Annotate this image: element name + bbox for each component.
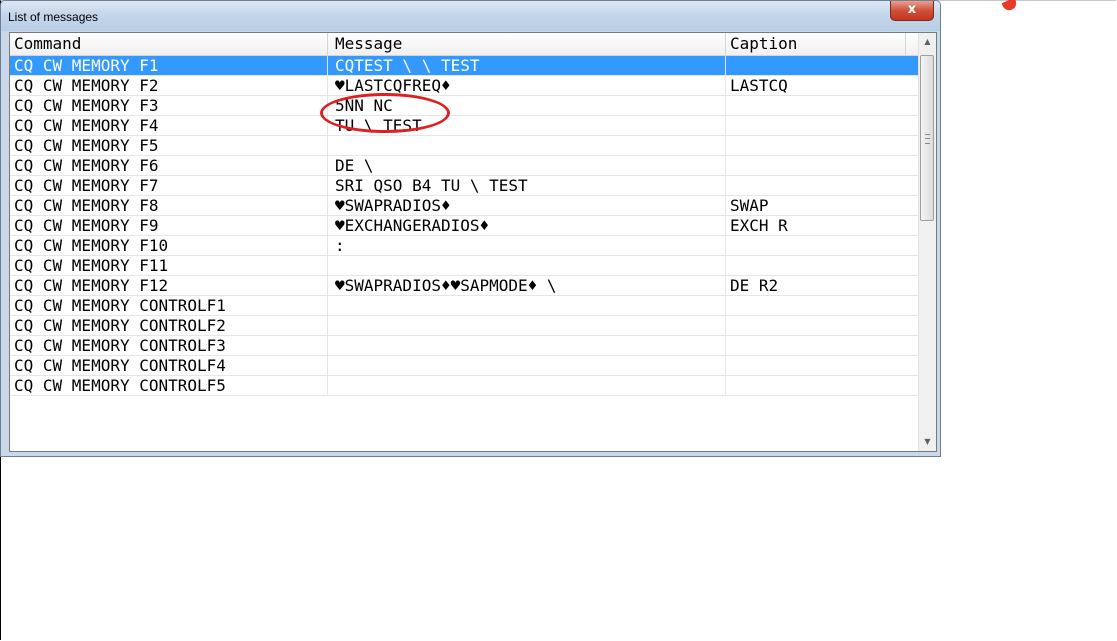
- command-cell: CQ CW MEMORY F5: [10, 136, 328, 155]
- command-cell: CQ CW MEMORY F7: [10, 176, 328, 195]
- messages-list[interactable]: Command Message Caption CQ CW MEMORY F1 C…: [9, 32, 937, 452]
- caption-cell: DE R2: [730, 276, 779, 295]
- command-cell: CQ CW MEMORY CONTROLF3: [10, 336, 328, 355]
- caption-cell: EXCH R: [730, 216, 788, 235]
- table-row[interactable]: CQ CW MEMORY F6 DE \: [10, 156, 918, 176]
- caption-cell: [726, 256, 906, 275]
- table-row[interactable]: CQ CW MEMORY CONTROLF5: [10, 376, 918, 396]
- message-cell: ♥SWAPRADIOS♦: [328, 196, 726, 215]
- scroll-thumb[interactable]: [920, 55, 934, 221]
- message-cell: [328, 316, 726, 335]
- grip-icon: [925, 134, 930, 144]
- column-header-caption[interactable]: Caption: [726, 33, 906, 55]
- message-cell: CQTEST \ \ TEST: [328, 56, 726, 75]
- message-cell: 5NN NC: [328, 96, 726, 115]
- table-row[interactable]: CQ CW MEMORY CONTROLF2: [10, 316, 918, 336]
- table-row[interactable]: CQ CW MEMORY F5: [10, 136, 918, 156]
- close-button[interactable]: x: [890, 1, 934, 21]
- window-title: List of messages: [8, 10, 99, 24]
- table-row[interactable]: CQ CW MEMORY F3 5NN NC: [10, 96, 918, 116]
- command-cell: CQ CW MEMORY CONTROLF1: [10, 296, 328, 315]
- message-cell: [328, 136, 726, 155]
- caption-cell: [726, 236, 906, 255]
- table-row[interactable]: CQ CW MEMORY F1 CQTEST \ \ TEST: [10, 56, 918, 76]
- caption-cell: [726, 336, 906, 355]
- caption-cell: [726, 56, 906, 75]
- message-cell: :: [328, 236, 726, 255]
- command-cell: CQ CW MEMORY CONTROLF2: [10, 316, 328, 335]
- caption-cell: [726, 296, 906, 315]
- column-header-command[interactable]: Command: [10, 33, 328, 55]
- command-cell: CQ CW MEMORY F6: [10, 156, 328, 175]
- message-cell: ♥LASTCQFREQ♦: [328, 76, 726, 95]
- scroll-down-icon[interactable]: ▼: [919, 433, 936, 450]
- table-row[interactable]: CQ CW MEMORY F11: [10, 256, 918, 276]
- caption-cell: LASTCQ: [730, 76, 788, 95]
- caption-cell: [726, 116, 906, 135]
- table-row[interactable]: CQ CW MEMORY F8 ♥SWAPRADIOS♦ SWAP: [10, 196, 918, 216]
- command-cell: CQ CW MEMORY CONTROLF4: [10, 356, 328, 375]
- command-cell: CQ CW MEMORY F8: [10, 196, 328, 215]
- title-bar[interactable]: List of messages x: [1, 1, 940, 31]
- caption-cell: [726, 356, 906, 375]
- message-cell: TU \ TEST: [328, 116, 726, 135]
- message-cell: [328, 296, 726, 315]
- message-cell: [328, 376, 726, 395]
- caption-cell: [726, 96, 906, 115]
- caption-cell: [726, 316, 906, 335]
- command-cell: CQ CW MEMORY F12: [10, 276, 328, 295]
- vertical-scrollbar[interactable]: ▲ ▼: [918, 33, 936, 451]
- message-cell: DE \: [328, 156, 726, 175]
- column-header-message[interactable]: Message: [328, 33, 726, 55]
- caption-cell: SWAP: [730, 196, 769, 215]
- command-cell: CQ CW MEMORY F11: [10, 256, 328, 275]
- list-of-messages-window: List of messages x Command Message Capti…: [0, 0, 941, 457]
- table-row[interactable]: CQ CW MEMORY F4 TU \ TEST: [10, 116, 918, 136]
- scroll-up-icon[interactable]: ▲: [919, 33, 936, 50]
- command-cell: CQ CW MEMORY F9: [10, 216, 328, 235]
- message-cell: ♥SWAPRADIOS♦♥SAPMODE♦ \: [328, 276, 726, 295]
- table-row[interactable]: CQ CW MEMORY F9 ♥EXCHANGERADIOS♦ EXCH R: [10, 216, 918, 236]
- caption-cell: [726, 136, 906, 155]
- table-row[interactable]: CQ CW MEMORY F12 ♥SWAPRADIOS♦♥SAPMODE♦ \ D…: [10, 276, 918, 296]
- table-row[interactable]: CQ CW MEMORY F7 SRI QSO B4 TU \ TEST: [10, 176, 918, 196]
- table-row[interactable]: CQ CW MEMORY F10:: [10, 236, 918, 256]
- table-row[interactable]: CQ CW MEMORY CONTROLF4: [10, 356, 918, 376]
- message-cell: [328, 256, 726, 275]
- command-cell: CQ CW MEMORY F3: [10, 96, 328, 115]
- caption-cell: [726, 156, 906, 175]
- table-row[interactable]: CQ CW MEMORY F2 ♥LASTCQFREQ♦ LASTCQ: [10, 76, 918, 96]
- command-cell: CQ CW MEMORY F1: [10, 56, 328, 75]
- command-cell: CQ CW MEMORY F10: [10, 236, 328, 255]
- message-cell: ♥EXCHANGERADIOS♦: [328, 216, 726, 235]
- message-cell: [328, 336, 726, 355]
- caption-cell: [726, 376, 906, 395]
- table-row[interactable]: CQ CW MEMORY CONTROLF1: [10, 296, 918, 316]
- command-cell: CQ CW MEMORY F2: [10, 76, 328, 95]
- column-header-row: Command Message Caption: [10, 33, 918, 56]
- command-cell: CQ CW MEMORY CONTROLF5: [10, 376, 328, 395]
- message-rows: CQ CW MEMORY F1 CQTEST \ \ TEST CQ CW MEMO…: [10, 56, 918, 396]
- message-cell: [328, 356, 726, 375]
- caption-cell: [726, 176, 906, 195]
- message-cell: SRI QSO B4 TU \ TEST: [328, 176, 726, 195]
- table-row[interactable]: CQ CW MEMORY CONTROLF3: [10, 336, 918, 356]
- command-cell: CQ CW MEMORY F4: [10, 116, 328, 135]
